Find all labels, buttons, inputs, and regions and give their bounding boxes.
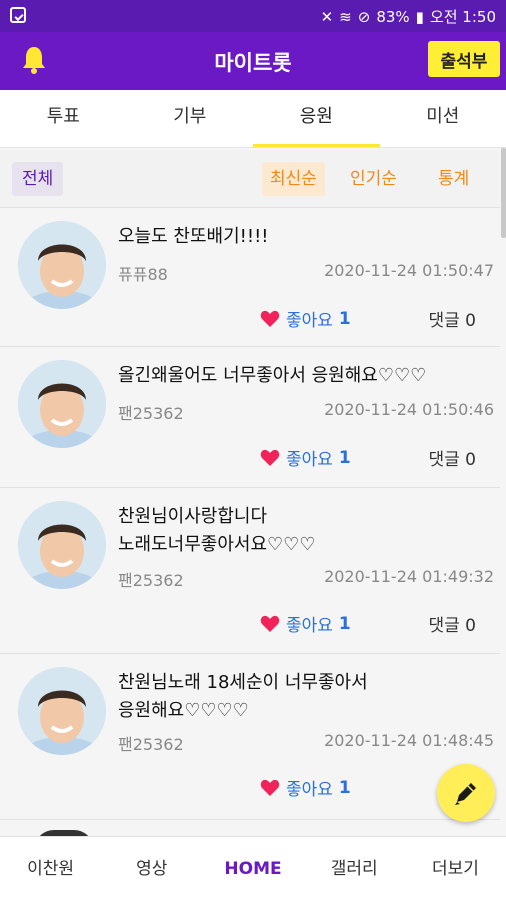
post-item[interactable]: 오늘도 찬또배기!!!! 퓨퓨88 2020-11-24 01:50:47 좋아… bbox=[0, 209, 500, 347]
post-author: 퓨퓨88 bbox=[118, 265, 168, 284]
like-label: 좋아요 bbox=[286, 311, 333, 331]
post-date: 2020-11-24 01:50:46 bbox=[324, 400, 494, 419]
tab-donate[interactable]: 기부 bbox=[127, 90, 254, 147]
like-count: 1 bbox=[338, 447, 351, 468]
comment-button[interactable]: 댓글 0 bbox=[428, 306, 476, 331]
filter-all-button[interactable]: 전체 bbox=[12, 162, 64, 196]
notification-icon bbox=[10, 7, 26, 23]
nav-item-gallery[interactable]: 갤러리 bbox=[304, 837, 405, 900]
post-author: 팬25362 bbox=[118, 735, 184, 754]
post-text: 올긴왜울어도 너무좋아서 응원해요♡♡♡ bbox=[118, 365, 427, 386]
heart-icon bbox=[260, 779, 280, 796]
like-button[interactable]: 좋아요 1 bbox=[260, 611, 351, 636]
comment-button[interactable]: 댓글 0 bbox=[428, 445, 476, 470]
nav-item-home[interactable]: HOME bbox=[202, 837, 303, 900]
wifi-icon: ≋ bbox=[339, 7, 352, 26]
tab-vote[interactable]: 투표 bbox=[0, 90, 127, 147]
battery-percent: 83% bbox=[376, 7, 410, 26]
post-date: 2020-11-24 01:48:45 bbox=[324, 731, 494, 750]
app-bar: 마이트롯 출석부 bbox=[0, 32, 506, 90]
avatar bbox=[18, 501, 106, 589]
tab-mission[interactable]: 미션 bbox=[380, 90, 506, 147]
top-tabs: 투표 기부 응원 미션 bbox=[0, 90, 506, 148]
post-text: 오늘도 찬또배기!!!! bbox=[118, 226, 269, 247]
post-date: 2020-11-24 01:49:32 bbox=[324, 567, 494, 586]
scrollbar[interactable] bbox=[501, 148, 506, 238]
avatar bbox=[18, 360, 106, 448]
bottom-nav: 이찬원 영상 HOME 갤러리 더보기 bbox=[0, 836, 506, 900]
sort-latest-button[interactable]: 최신순 bbox=[262, 162, 325, 196]
post-text: 찬원님노래 18세순이 너무좋아서 응원해요♡♡♡♡ bbox=[118, 672, 368, 721]
avatar bbox=[18, 667, 106, 755]
like-label: 좋아요 bbox=[286, 450, 333, 470]
nav-item-artist[interactable]: 이찬원 bbox=[0, 837, 101, 900]
comment-count: 0 bbox=[465, 450, 476, 470]
post-item[interactable]: 찬원님노래 18세순이 너무좋아서 응원해요♡♡♡♡ 팬25362 2020-1… bbox=[0, 655, 500, 820]
heart-icon bbox=[260, 310, 280, 327]
write-post-button[interactable] bbox=[437, 764, 495, 822]
clock: 오전 1:50 bbox=[429, 8, 496, 26]
comment-label: 댓글 bbox=[428, 311, 460, 331]
comment-count: 0 bbox=[465, 311, 476, 331]
like-button[interactable]: 좋아요 1 bbox=[260, 306, 351, 331]
like-count: 1 bbox=[338, 777, 351, 798]
like-button[interactable]: 좋아요 1 bbox=[260, 445, 351, 470]
battery-icon: ▮ bbox=[415, 7, 424, 26]
post-item[interactable]: 찬원님이사랑합니다 노래도너무좋아서요♡♡♡ 팬25362 2020-11-24… bbox=[0, 489, 500, 654]
status-icons: ✕ ≋ ⊘ 83% ▮ 오전 1:50 bbox=[321, 6, 496, 27]
comment-count: 0 bbox=[465, 616, 476, 636]
sort-popular-button[interactable]: 인기순 bbox=[342, 162, 405, 196]
status-bar: ✕ ≋ ⊘ 83% ▮ 오전 1:50 bbox=[0, 0, 506, 32]
pen-icon bbox=[455, 783, 476, 805]
avatar bbox=[18, 221, 106, 309]
post-item[interactable]: 올긴왜울어도 너무좋아서 응원해요♡♡♡ 팬25362 2020-11-24 0… bbox=[0, 348, 500, 488]
like-button[interactable]: 좋아요 1 bbox=[260, 775, 351, 800]
mute-icon: ✕ bbox=[320, 7, 334, 26]
do-not-disturb-icon: ⊘ bbox=[357, 7, 371, 26]
comment-label: 댓글 bbox=[428, 450, 460, 470]
post-author: 팬25362 bbox=[118, 571, 184, 590]
heart-icon bbox=[260, 449, 280, 466]
heart-icon bbox=[260, 615, 280, 632]
like-label: 좋아요 bbox=[286, 616, 333, 636]
tab-cheer[interactable]: 응원 bbox=[253, 90, 380, 147]
attendance-button[interactable]: 출석부 bbox=[428, 41, 500, 77]
comment-button[interactable]: 댓글 0 bbox=[428, 611, 476, 636]
comment-label: 댓글 bbox=[428, 616, 460, 636]
like-label: 좋아요 bbox=[286, 780, 333, 800]
nav-item-video[interactable]: 영상 bbox=[101, 837, 202, 900]
post-author: 팬25362 bbox=[118, 404, 184, 423]
filter-bar: 전체 최신순 인기순 통계 bbox=[0, 150, 500, 208]
nav-item-more[interactable]: 더보기 bbox=[405, 837, 506, 900]
like-count: 1 bbox=[338, 308, 351, 329]
post-date: 2020-11-24 01:50:47 bbox=[324, 261, 494, 280]
like-count: 1 bbox=[338, 613, 351, 634]
post-text: 찬원님이사랑합니다 노래도너무좋아서요♡♡♡ bbox=[118, 506, 316, 555]
stats-button[interactable]: 통계 bbox=[430, 162, 477, 196]
